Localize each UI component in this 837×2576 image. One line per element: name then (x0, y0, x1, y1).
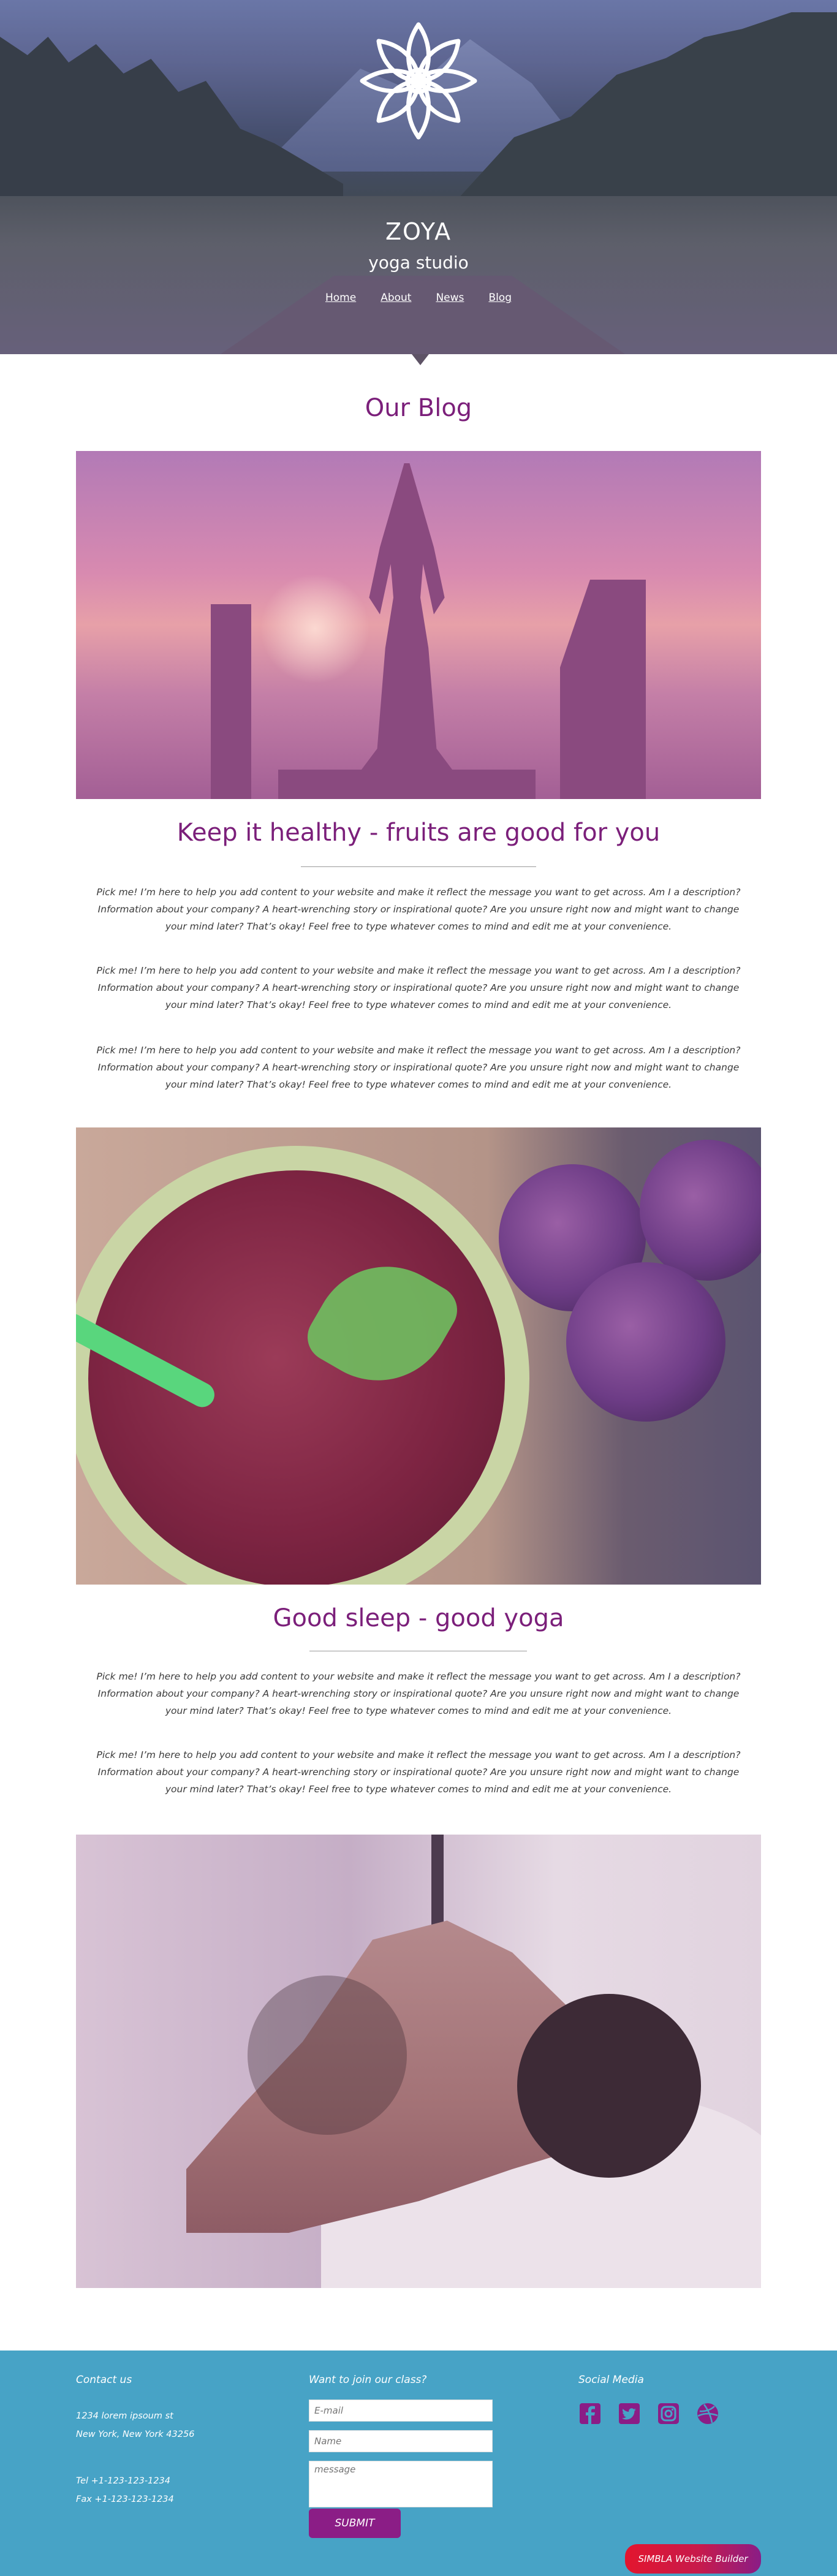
contact-address: 1234 lorem ipsoum st New York, New York … (76, 2411, 195, 2439)
message-field[interactable] (309, 2461, 493, 2507)
nav-home[interactable]: Home (325, 292, 356, 304)
lotus-logo-icon[interactable] (357, 20, 480, 142)
blog-title: Our Blog (365, 394, 472, 422)
yoga-sunset-image (76, 451, 761, 799)
post-title: Good sleep - good yoga (273, 1604, 564, 1632)
hero-banner: ZOYA yoga studio Home About News Blog (0, 0, 837, 354)
builder-badge[interactable]: SIMBLA Website Builder (625, 2544, 761, 2574)
smoothie-image (76, 1127, 761, 1585)
name-field[interactable] (309, 2430, 493, 2452)
hero-notch (412, 354, 429, 365)
nav-blog[interactable]: Blog (488, 292, 512, 304)
instagram-icon[interactable] (657, 2402, 680, 2425)
post-divider (301, 866, 536, 867)
facebook-icon[interactable] (578, 2402, 602, 2425)
twitter-icon[interactable] (618, 2402, 641, 2425)
post-paragraph: Pick me! I’m here to help you add conten… (96, 887, 741, 932)
email-field[interactable] (309, 2400, 493, 2422)
post-title: Keep it healthy - fruits are good for yo… (176, 819, 661, 847)
post-paragraph: Pick me! I’m here to help you add conten… (96, 965, 741, 1010)
post-paragraph: Pick me! I’m here to help you add conten… (96, 1671, 741, 1716)
join-heading: Want to join our class? (309, 2374, 427, 2386)
submit-button[interactable]: SUBMIT (309, 2509, 401, 2538)
dribbble-icon[interactable] (696, 2402, 719, 2425)
post-paragraph: Pick me! I’m here to help you add conten… (96, 1749, 741, 1795)
brand-tagline: yoga studio (368, 252, 469, 273)
contact-phones: Tel +1-123-123-1234 Fax +1-123-123-1234 (76, 2476, 174, 2504)
nav-about[interactable]: About (381, 292, 411, 304)
contact-heading: Contact us (76, 2374, 132, 2386)
social-heading: Social Media (578, 2374, 644, 2386)
sleeping-man-image (76, 1835, 761, 2288)
post-paragraph: Pick me! I’m here to help you add conten… (96, 1045, 741, 1090)
brand-name: ZOYA (385, 218, 452, 245)
main-nav: Home About News Blog (0, 292, 837, 304)
nav-news[interactable]: News (436, 292, 464, 304)
